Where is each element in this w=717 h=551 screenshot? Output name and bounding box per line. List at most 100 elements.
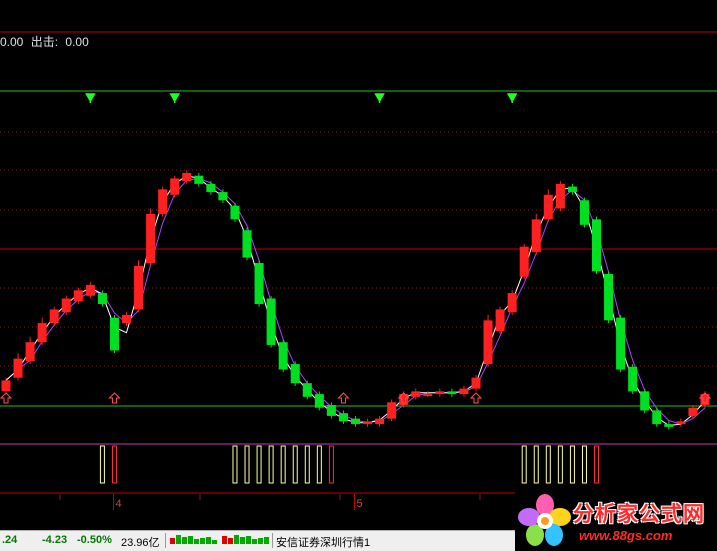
candle — [49, 306, 59, 326]
candle-body — [206, 183, 216, 193]
candle — [423, 391, 433, 397]
candle — [640, 388, 650, 414]
buy-arrow-icon — [0, 392, 13, 404]
candle-body — [447, 391, 457, 395]
candle — [350, 415, 361, 427]
candle-body — [350, 418, 361, 425]
candle-body — [314, 394, 324, 408]
signal-bar — [316, 445, 322, 484]
buy-arrow-icon — [337, 392, 350, 404]
candle — [676, 418, 686, 427]
date-axis: 45 — [59, 494, 481, 510]
signal-bar — [268, 445, 274, 484]
signal-bar — [594, 445, 600, 484]
candle — [555, 181, 565, 212]
candle-body — [158, 189, 168, 214]
flower-logo-icon — [518, 494, 571, 546]
signal-bar — [304, 445, 310, 484]
advance-decline-icon — [170, 535, 217, 544]
candle-body — [266, 298, 276, 345]
candle — [471, 374, 481, 392]
candle-body — [483, 320, 493, 365]
indicator-exit-label: 出击: — [30, 35, 59, 49]
turnover: 23.96亿 — [121, 537, 160, 549]
candle-body — [134, 265, 144, 310]
candle-body — [423, 394, 433, 397]
signal-bar — [557, 445, 563, 484]
candle — [134, 260, 144, 313]
signal-subpanel — [99, 445, 600, 484]
candle-body — [109, 317, 119, 351]
candle-body — [170, 178, 180, 195]
candle — [519, 243, 529, 280]
signal-bar — [581, 445, 587, 484]
kline-chart[interactable]: 45 — [0, 0, 717, 530]
candle — [399, 391, 409, 408]
candle — [616, 314, 626, 373]
sell-arrow-icon — [506, 93, 518, 103]
candle-body — [230, 205, 240, 220]
ma-line-slow — [5, 177, 706, 425]
sell-arrow-icon — [374, 93, 385, 103]
candle — [483, 314, 493, 367]
status-divider — [165, 533, 166, 548]
candle-body — [338, 413, 348, 422]
signal-bar — [256, 445, 262, 484]
candle-body — [302, 383, 312, 397]
candle — [85, 282, 95, 299]
candle — [13, 353, 23, 381]
candle — [435, 388, 445, 397]
candle — [495, 306, 505, 335]
candle — [254, 260, 264, 307]
candle-body — [459, 388, 469, 395]
candle-body — [688, 407, 698, 416]
candle — [387, 399, 397, 422]
candle — [182, 170, 192, 184]
candle-body — [1, 380, 11, 392]
candle — [591, 216, 602, 274]
candle — [1, 377, 11, 395]
candle-body — [471, 377, 481, 389]
candle-body — [290, 364, 300, 384]
watermark-logo: 分析家公式网 www.88gs.com — [515, 490, 717, 551]
indicator-readout: 0.00 出击: 0.00 — [0, 33, 93, 50]
candle-body — [664, 424, 674, 427]
candle-body — [652, 410, 662, 425]
candle — [531, 213, 541, 255]
candle — [37, 317, 47, 345]
sell-arrow-icon — [169, 93, 181, 103]
candle-body — [182, 172, 192, 182]
candle-body — [507, 293, 517, 313]
candle-body — [567, 186, 577, 193]
candle — [61, 295, 71, 315]
candle — [326, 402, 336, 419]
candle-body — [97, 293, 107, 304]
date-tick-label: 4 — [115, 498, 121, 510]
candle-body — [435, 391, 445, 395]
advance-decline-icon-2 — [222, 535, 269, 544]
index-change: -4.23 — [42, 534, 68, 546]
candle-body — [194, 175, 204, 184]
candle — [73, 287, 83, 304]
status-divider — [272, 533, 273, 548]
candle-body — [387, 402, 397, 419]
candle-body — [218, 192, 228, 201]
candle-body — [495, 309, 505, 332]
candle-body — [363, 421, 373, 425]
candle — [121, 312, 132, 326]
buy-arrow-icon — [469, 392, 483, 404]
market-feed-name[interactable]: 安信证券深圳行情1 — [276, 534, 370, 550]
signal-bar — [328, 445, 334, 484]
candle-body — [604, 273, 614, 321]
candle-body — [591, 219, 602, 272]
indicator-exit-value: 0.00 — [65, 35, 89, 49]
candle-body — [616, 317, 626, 370]
signal-bar — [111, 445, 117, 484]
candle-body — [146, 213, 156, 264]
candle — [170, 175, 180, 198]
candle-body — [531, 219, 541, 253]
signal-bar — [521, 445, 527, 484]
candle-body — [555, 183, 565, 209]
sell-arrow-icon — [85, 93, 96, 103]
candle — [628, 364, 638, 395]
